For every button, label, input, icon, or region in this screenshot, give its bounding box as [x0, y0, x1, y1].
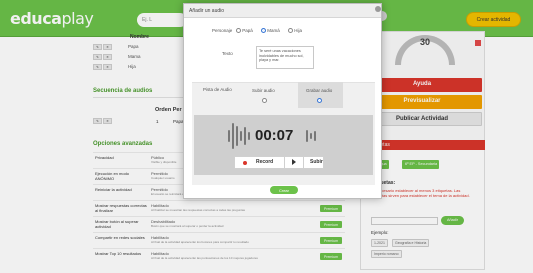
- character-label: Personaje: [212, 28, 233, 33]
- radio-selected-icon: [261, 28, 266, 34]
- waveform-bar: [310, 133, 312, 139]
- waveform-bar: [248, 132, 250, 140]
- radio-icon: [236, 28, 241, 34]
- create-audio-button[interactable]: Crear: [270, 186, 298, 194]
- modal-titlebar: Añadir un audio: [184, 4, 381, 18]
- waveform-bar: [244, 127, 246, 145]
- waveform-bar: [240, 131, 242, 141]
- divider: [303, 157, 304, 168]
- text-label: Texto: [222, 51, 233, 56]
- radio-icon: [262, 98, 267, 104]
- tab-record-audio[interactable]: Grabar audio: [306, 88, 332, 93]
- upload-button[interactable]: Subir: [310, 159, 323, 165]
- record-tab-active-bg: [298, 82, 343, 108]
- record-radio[interactable]: [317, 98, 322, 104]
- divider: [284, 157, 285, 168]
- radio-icon: [288, 28, 293, 34]
- radio-hija[interactable]: Hija: [288, 28, 302, 34]
- recording-timer: 00:07: [255, 127, 294, 144]
- waveform-bar: [306, 130, 308, 142]
- waveform-bar: [236, 126, 238, 146]
- audio-track-label: Pista de Audio: [203, 87, 232, 92]
- add-audio-modal: Añadir un audio Personaje Papá Mamá Hija…: [183, 3, 382, 199]
- tab-upload-audio[interactable]: Subir audio: [252, 88, 275, 93]
- radio-papa[interactable]: Papá: [236, 28, 253, 34]
- radio-selected-icon: [317, 98, 322, 104]
- waveform-bar: [232, 123, 234, 149]
- upload-radio[interactable]: [262, 98, 267, 104]
- record-dot-icon: [243, 161, 247, 165]
- waveform-bar: [314, 131, 316, 141]
- record-button[interactable]: Record: [256, 159, 273, 165]
- radio-mama[interactable]: Mamá: [261, 28, 280, 34]
- close-icon[interactable]: [375, 6, 381, 12]
- text-field[interactable]: Te seré unas vacaciones inolvidables de …: [256, 46, 314, 69]
- play-icon[interactable]: [292, 159, 296, 165]
- modal-title: Añadir un audio: [189, 8, 225, 14]
- waveform-bar: [228, 130, 230, 142]
